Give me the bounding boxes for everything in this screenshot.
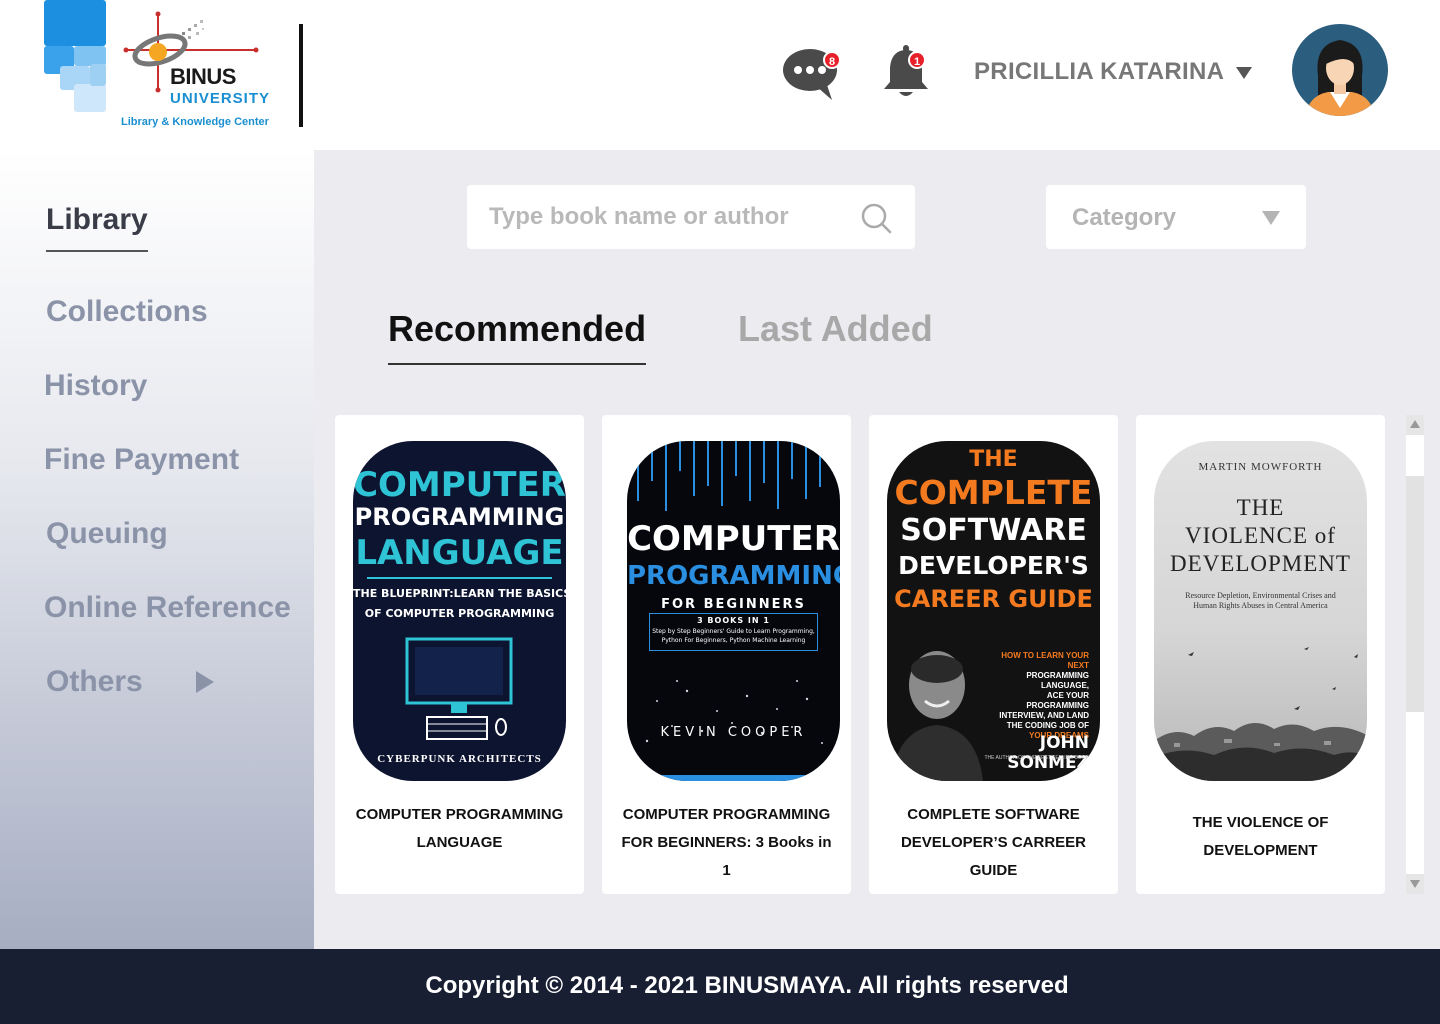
cover-text: Human Rights Abuses in Central America [1193, 601, 1328, 610]
scrollbar-thumb[interactable] [1406, 476, 1424, 712]
cover-text: Step by Step Beginners' Guide to Learn P… [652, 628, 815, 635]
book-card[interactable]: MARTIN MOWFORTH THE VIOLENCE of DEVELOPM… [1136, 415, 1385, 894]
cover-text: THE AUTHOR OF THE BEST SELLING BOOK [984, 755, 1089, 761]
cover-text: Python For Beginners, Python Machine Lea… [661, 637, 806, 644]
cover-text: DEVELOPMENT [1170, 551, 1351, 576]
chevron-down-icon[interactable] [1262, 211, 1280, 225]
cover-text: MARTIN MOWFORTH [1198, 461, 1323, 473]
sidebar-item-queuing[interactable]: Queuing [46, 517, 168, 551]
book-title: COMPUTER PROGRAMMING FOR BEGINNERS: 3 Bo… [621, 806, 832, 879]
scroll-up-button[interactable] [1406, 415, 1424, 435]
cover-text: FOR BEGINNERS [661, 597, 806, 612]
cover-text: COMPLETE [894, 473, 1093, 512]
messages-count-badge: 8 [823, 51, 841, 69]
search-box [467, 185, 915, 249]
header-divider [299, 24, 303, 127]
chevron-down-icon[interactable] [1236, 67, 1252, 79]
cover-text: ACE YOUR PROGRAMMING [1026, 691, 1089, 710]
book-cover: COMPUTER PROGRAMMING FOR BEGINNERS 3 BOO… [627, 441, 840, 781]
logo-brand: BINUS [170, 64, 236, 89]
search-icon[interactable] [860, 202, 892, 234]
category-label: Category [1072, 204, 1177, 231]
book-card[interactable]: THE COMPLETE SOFTWARE DEVELOPER'S CAREER… [869, 415, 1118, 894]
book-title: COMPLETE SOFTWARE DEVELOPER’S CARREER GU… [900, 806, 1087, 879]
cover-text: COMPUTER [627, 519, 840, 559]
cover-text: THE CODING JOB OF [1006, 721, 1089, 730]
tab-recommended[interactable]: Recommended [388, 308, 646, 350]
book-card[interactable]: COMPUTER PROGRAMMING FOR BEGINNERS 3 BOO… [602, 415, 851, 894]
book-cover: COMPUTER PROGRAMMING LANGUAGE THE BLUEPR… [353, 441, 566, 781]
cover-text: Resource Depletion, Environmental Crises… [1185, 591, 1336, 600]
book-cover: MARTIN MOWFORTH THE VIOLENCE of DEVELOPM… [1154, 441, 1367, 781]
cover-text: CYBERPUNK ARCHITECTS [377, 753, 542, 765]
book-title: COMPUTER PROGRAMMING LANGUAGE [355, 806, 564, 851]
search-input[interactable] [489, 185, 849, 249]
sidebar-item-fine-payment[interactable]: Fine Payment [44, 443, 239, 477]
cover-text: LANGUAGE [355, 533, 564, 573]
chevron-right-icon[interactable] [196, 671, 214, 693]
sidebar-item-online-reference[interactable]: Online Reference [44, 591, 291, 625]
book-title: THE VIOLENCE OF DEVELOPMENT [1192, 814, 1329, 859]
cover-text: THE BLUEPRINT:LEARN THE BASICS [353, 587, 566, 600]
cover-text: OF COMPUTER PROGRAMMING [364, 607, 555, 620]
user-name[interactable]: PRICILLIA KATARINA [974, 58, 1224, 86]
cover-text: VIOLENCE of [1185, 523, 1336, 548]
cover-text: JOHN SONMEZ [1007, 733, 1089, 773]
binus-logo-squares [44, 0, 106, 112]
sidebar-item-collections[interactable]: Collections [46, 295, 208, 329]
sidebar-item-history[interactable]: History [44, 369, 147, 403]
book-cover: THE COMPLETE SOFTWARE DEVELOPER'S CAREER… [887, 441, 1100, 781]
cover-text: 3 BOOKS IN 1 [697, 616, 770, 625]
avatar[interactable] [1292, 24, 1388, 116]
active-nav-underline [46, 250, 148, 252]
cover-text: SOFTWARE [900, 513, 1087, 548]
cover-text: CAREER GUIDE [894, 585, 1093, 613]
computer-icon [405, 637, 513, 740]
footer-copyright: Copyright © 2014 - 2021 BINUSMAYA. All r… [425, 972, 1069, 999]
cover-text: THE [969, 447, 1018, 472]
rubble-illustration [1154, 647, 1367, 781]
alerts-count-badge: 1 [908, 51, 926, 69]
logo-university: UNIVERSITY [170, 90, 271, 107]
logo-subtitle: Library & Knowledge Center [121, 116, 269, 128]
scroll-down-button[interactable] [1406, 874, 1424, 894]
cover-text: KEVIN COOPER [660, 725, 807, 740]
cover-text: PROGRAMMING [627, 561, 840, 591]
cover-text: PROGRAMMING LANGUAGE, [1026, 671, 1089, 690]
bell-icon[interactable] [880, 44, 932, 100]
cover-text: COMPUTER [353, 465, 566, 505]
sidebar-item-library[interactable]: Library [46, 203, 148, 237]
cover-text: PROGRAMMING [354, 503, 565, 531]
cover-text: HOW TO LEARN YOUR NEXT [1001, 651, 1089, 670]
book-card[interactable]: COMPUTER PROGRAMMING LANGUAGE THE BLUEPR… [335, 415, 584, 894]
active-tab-underline [388, 363, 646, 365]
cover-text: THE [1236, 495, 1285, 520]
sidebar-item-others[interactable]: Others [46, 665, 143, 699]
cover-text: INTERVIEW, AND LAND [999, 711, 1089, 720]
cover-text: DEVELOPER'S [898, 551, 1089, 580]
tab-last-added[interactable]: Last Added [738, 308, 933, 350]
